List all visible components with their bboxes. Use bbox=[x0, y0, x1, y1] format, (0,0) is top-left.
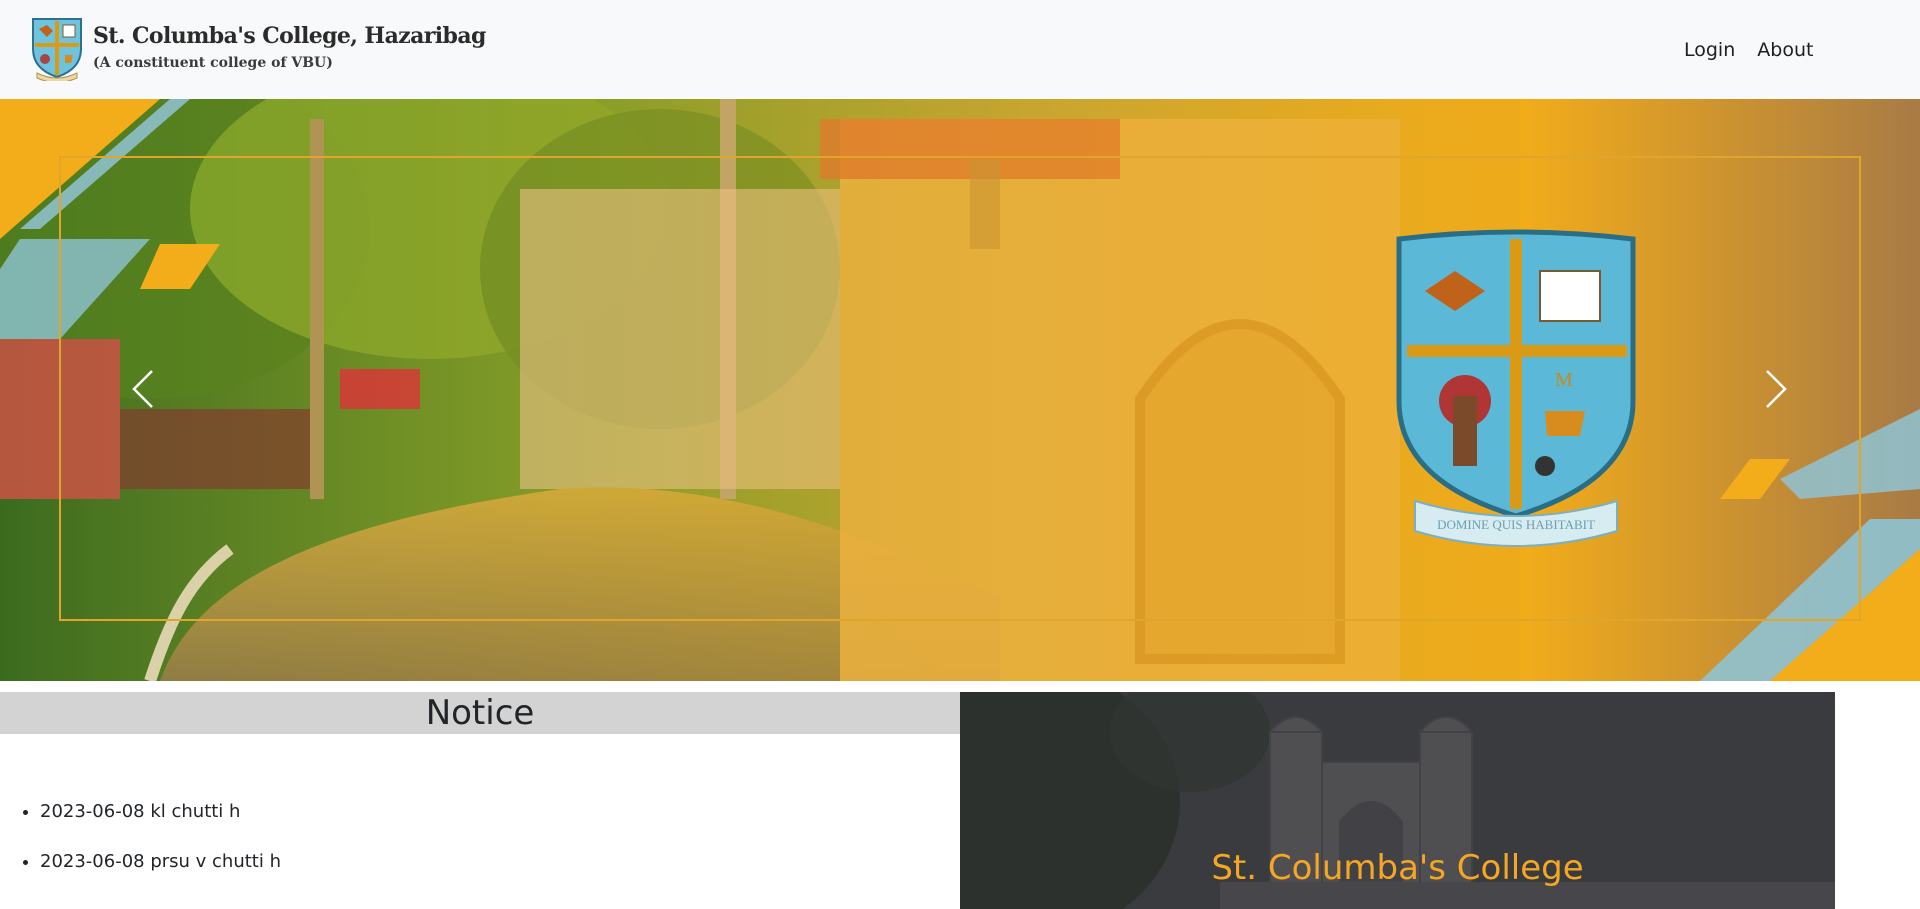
college-crest-icon bbox=[32, 18, 82, 81]
crest-motto: DOMINE QUIS HABITABIT bbox=[1437, 517, 1595, 532]
notice-list: 2023-06-08 kl chutti h 2023-06-08 prsu v… bbox=[0, 800, 960, 874]
notice-item: 2023-06-08 prsu v chutti h bbox=[40, 850, 960, 874]
carousel-next-button[interactable] bbox=[1746, 354, 1806, 424]
brand-title: St. Columba's College, Hazaribag bbox=[93, 23, 486, 49]
brand-link[interactable]: St. Columba's College, Hazaribag (A cons… bbox=[29, 14, 486, 82]
nav-login-link[interactable]: Login bbox=[1684, 36, 1735, 64]
hero-slide-image: M DOMINE QUIS HABITABIT bbox=[0, 99, 1920, 681]
navbar: St. Columba's College, Hazaribag (A cons… bbox=[0, 0, 1920, 99]
college-panel: St. Columba's College bbox=[960, 692, 1835, 909]
notice-title: Notice bbox=[0, 692, 960, 734]
brand-subtitle: (A constituent college of VBU) bbox=[93, 55, 333, 71]
carousel-prev-button[interactable] bbox=[113, 354, 173, 424]
nav-about-link[interactable]: About bbox=[1757, 36, 1813, 64]
notice-section: Notice 2023-06-08 kl chutti h 2023-06-08… bbox=[0, 692, 960, 909]
crest-letter: M bbox=[1555, 369, 1573, 391]
college-panel-title: St. Columba's College bbox=[1211, 848, 1584, 888]
hero-carousel: M DOMINE QUIS HABITABIT bbox=[0, 99, 1920, 681]
notice-item: 2023-06-08 kl chutti h bbox=[40, 800, 960, 824]
chevron-right-icon bbox=[1766, 370, 1787, 408]
nav-links: Login About bbox=[1684, 36, 1813, 64]
chevron-left-icon bbox=[132, 370, 153, 408]
